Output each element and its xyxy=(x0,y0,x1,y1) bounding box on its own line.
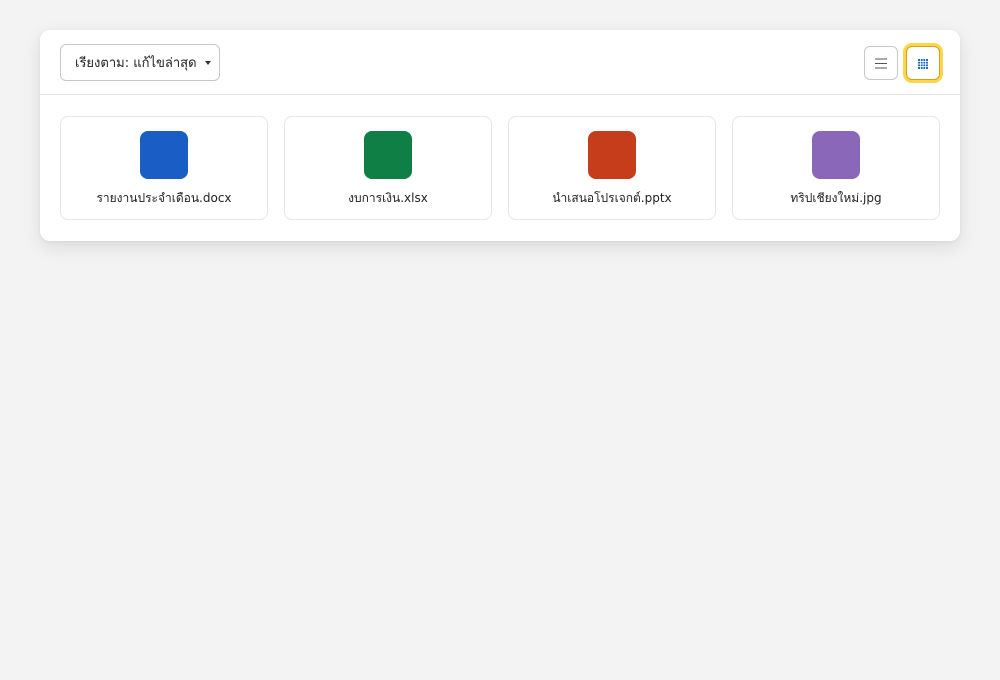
list-icon xyxy=(875,54,887,73)
file-name: นำเสนอโปรเจกต์.pptx xyxy=(552,191,672,205)
file-grid: รายงานประจำเดือน.docx งบการเงิน.xlsx นำเ… xyxy=(60,116,940,220)
image-file-icon xyxy=(812,131,860,179)
list-view-button[interactable] xyxy=(864,46,898,80)
sort-dropdown-button[interactable]: เรียงตาม: แก้ไขล่าสุด xyxy=(60,44,220,81)
file-name: งบการเงิน.xlsx xyxy=(348,191,428,205)
file-card[interactable]: ทริปเชียงใหม่.jpg xyxy=(732,116,940,220)
word-file-icon xyxy=(140,131,188,179)
file-card[interactable]: รายงานประจำเดือน.docx xyxy=(60,116,268,220)
grid-icon xyxy=(918,54,928,73)
file-card[interactable]: นำเสนอโปรเจกต์.pptx xyxy=(508,116,716,220)
excel-file-icon xyxy=(364,131,412,179)
grid-view-button[interactable] xyxy=(906,46,940,80)
file-name: รายงานประจำเดือน.docx xyxy=(96,191,232,205)
file-browser-panel: เรียงตาม: แก้ไขล่าสุด รายงานประจำเดือน.d… xyxy=(40,30,960,241)
toolbar: เรียงตาม: แก้ไขล่าสุด xyxy=(40,30,960,95)
caret-down-icon xyxy=(204,61,211,65)
sort-dropdown-label: เรียงตาม: แก้ไขล่าสุด xyxy=(75,56,197,71)
powerpoint-file-icon xyxy=(588,131,636,179)
file-card[interactable]: งบการเงิน.xlsx xyxy=(284,116,492,220)
file-name: ทริปเชียงใหม่.jpg xyxy=(790,191,882,205)
